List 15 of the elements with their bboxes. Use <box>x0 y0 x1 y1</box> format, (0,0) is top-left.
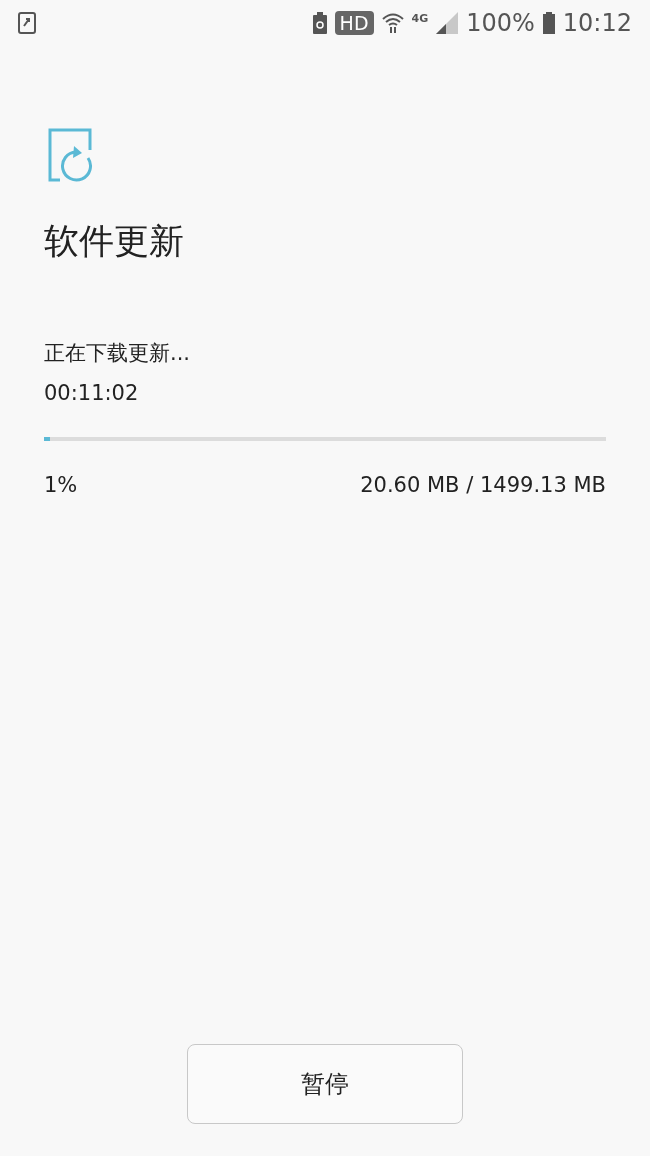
download-size: 20.60 MB / 1499.13 MB <box>360 473 606 497</box>
phone-update-icon <box>18 12 36 34</box>
battery-icon <box>542 12 555 34</box>
clock: 10:12 <box>562 9 632 37</box>
battery-percent: 100% <box>466 9 535 37</box>
download-status: 正在下载更新... <box>44 340 192 367</box>
pause-button[interactable]: 暂停 <box>187 1044 463 1124</box>
wifi-icon <box>381 12 404 34</box>
progress-percent: 1% <box>44 473 78 497</box>
page-title: 软件更新 <box>44 220 185 263</box>
hd-badge: HD <box>334 11 374 35</box>
signal-icon <box>436 12 459 34</box>
elapsed-time: 00:11:02 <box>44 381 140 405</box>
battery-saver-icon <box>312 12 327 34</box>
network-type: 4G <box>411 12 429 25</box>
